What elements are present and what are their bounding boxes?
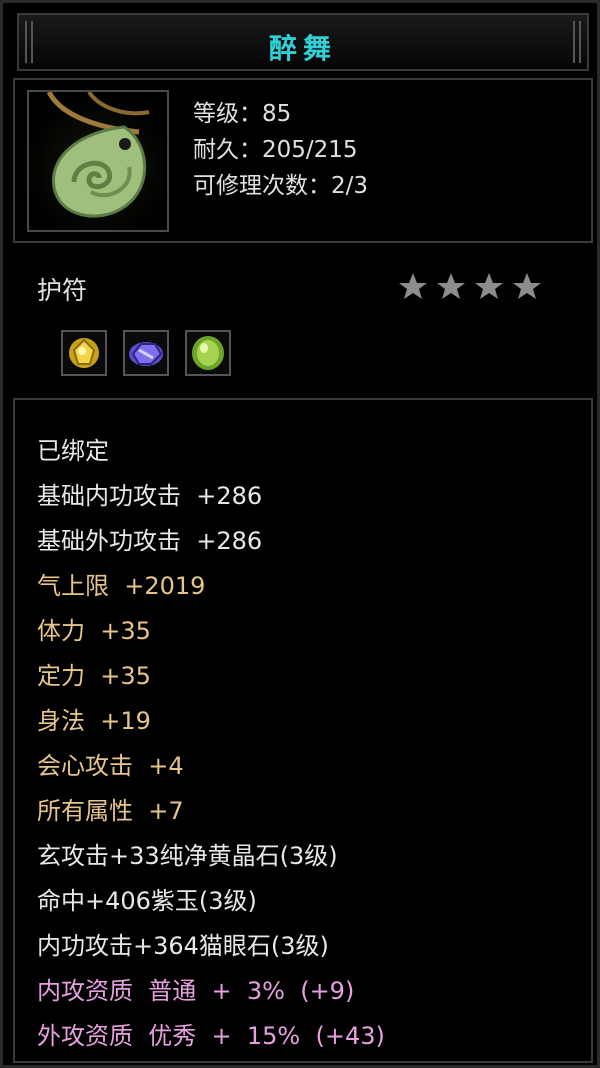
star-icon	[437, 273, 465, 299]
repair-count-text: 可修理次数：2/3	[193, 173, 369, 199]
attr-qi-cap: 气上限 +2019	[37, 572, 206, 600]
attr-focus: 定力 +35	[37, 662, 151, 690]
attr-crit-attack: 会心攻击 +4	[37, 752, 184, 780]
star-icon	[475, 273, 503, 299]
purple-gem-icon	[123, 330, 169, 376]
item-tooltip: 醉舞 等级：85 耐久：205/215 可修理次数：2/3 护符 已绑定 基础内…	[0, 0, 600, 1068]
attr-base-outer-attack: 基础外功攻击 +286	[37, 527, 263, 555]
star-icon	[513, 273, 541, 299]
gem-bonus-1: 玄攻击+33纯净黄晶石(3级)	[37, 842, 338, 870]
star-icon	[399, 273, 427, 299]
attr-agility: 身法 +19	[37, 707, 151, 735]
inner-attack-quality: 内攻资质 普通 + 3% (+9)	[37, 977, 355, 1005]
item-name: 醉舞	[268, 32, 337, 65]
bound-status: 已绑定	[37, 437, 109, 465]
title-bar: 醉舞	[17, 13, 589, 71]
star-rating	[397, 269, 547, 305]
gem-bonus-2: 命中+406紫玉(3级)	[37, 887, 257, 915]
durability-text: 耐久：205/215	[193, 137, 358, 163]
attr-all-attributes: 所有属性 +7	[37, 797, 184, 825]
attr-base-inner-attack: 基础内功攻击 +286	[37, 482, 263, 510]
item-info-panel: 等级：85 耐久：205/215 可修理次数：2/3	[13, 78, 593, 243]
gem-bonus-3: 内功攻击+364猫眼石(3级)	[37, 932, 329, 960]
attr-stamina: 体力 +35	[37, 617, 151, 645]
outer-attack-quality: 外攻资质 优秀 + 15% (+43)	[37, 1022, 385, 1050]
item-category: 护符	[37, 276, 88, 305]
gold-gem-icon	[61, 330, 107, 376]
amulet-icon	[27, 90, 169, 232]
level-text: 等级：85	[193, 101, 292, 127]
green-gem-icon	[185, 330, 231, 376]
